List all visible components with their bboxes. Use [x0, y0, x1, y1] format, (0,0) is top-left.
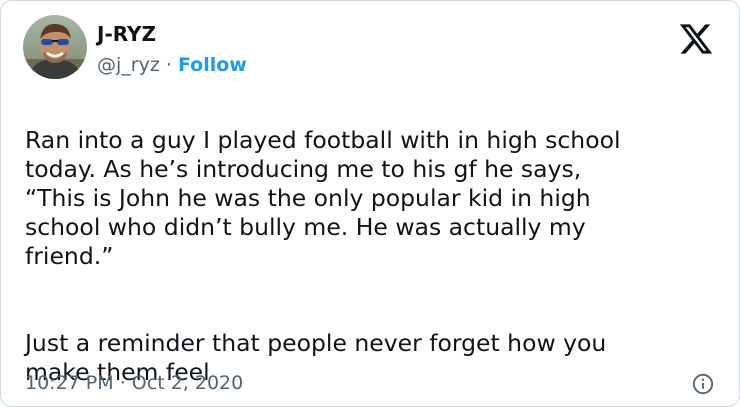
- user-handle[interactable]: @j_ryz: [97, 54, 160, 76]
- tweet-time: 10:27 PM: [25, 372, 114, 394]
- tweet-paragraph-1: Ran into a guy I played football with in…: [25, 126, 621, 270]
- tweet-card: J-RYZ @j_ryz · Follow Ran into a guy I p…: [0, 0, 740, 407]
- info-icon[interactable]: [692, 373, 714, 395]
- tweet-date: Oct 2, 2020: [131, 372, 244, 394]
- tweet-text: Ran into a guy I played football with in…: [25, 97, 725, 406]
- avatar[interactable]: [23, 15, 87, 79]
- display-name[interactable]: J-RYZ: [97, 22, 247, 46]
- tweet-header: J-RYZ @j_ryz · Follow: [23, 15, 247, 79]
- timestamp-separator: ·: [119, 372, 126, 394]
- follow-button[interactable]: Follow: [178, 54, 247, 76]
- handle-row: @j_ryz · Follow: [97, 53, 247, 77]
- handle-separator: ·: [165, 53, 172, 76]
- x-logo-icon[interactable]: [677, 21, 715, 57]
- user-identity: J-RYZ @j_ryz · Follow: [97, 18, 247, 77]
- tweet-timestamp[interactable]: 10:27 PM · Oct 2, 2020: [25, 371, 243, 395]
